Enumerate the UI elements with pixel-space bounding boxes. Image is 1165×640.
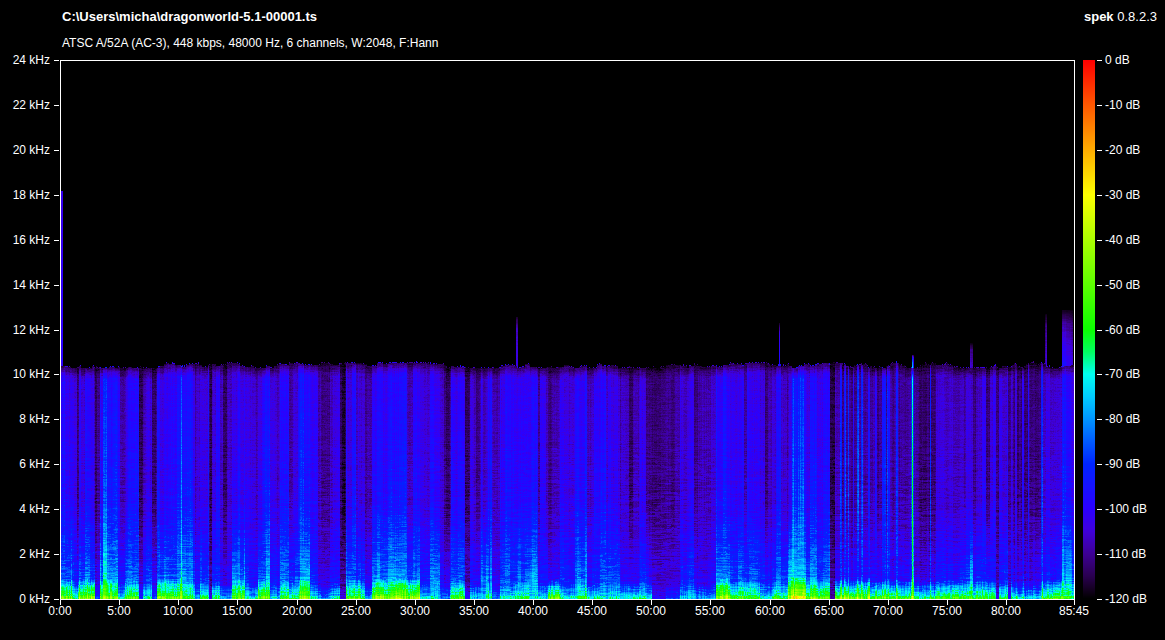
db-label: 0 dB xyxy=(1105,53,1130,67)
freq-label: 24 kHz xyxy=(0,53,50,67)
time-label: 45:00 xyxy=(560,604,624,618)
freq-label: 10 kHz xyxy=(0,367,50,381)
freq-label: 20 kHz xyxy=(0,143,50,157)
freq-label: 8 kHz xyxy=(0,412,50,426)
time-label: 35:00 xyxy=(442,604,506,618)
time-label: 55:00 xyxy=(678,604,742,618)
time-label: 30:00 xyxy=(383,604,447,618)
db-tick xyxy=(1097,599,1102,600)
freq-label: 6 kHz xyxy=(0,457,50,471)
db-label: -30 dB xyxy=(1105,188,1140,202)
freq-label: 22 kHz xyxy=(0,98,50,112)
db-label: -10 dB xyxy=(1105,98,1140,112)
app-version: 0.8.2.3 xyxy=(1117,9,1157,24)
db-tick xyxy=(1097,240,1102,241)
freq-label: 12 kHz xyxy=(0,323,50,337)
db-label: -20 dB xyxy=(1105,143,1140,157)
freq-tick xyxy=(54,599,59,600)
db-tick xyxy=(1097,419,1102,420)
db-tick xyxy=(1097,464,1102,465)
time-label: 0:00 xyxy=(28,604,92,618)
freq-tick xyxy=(54,464,59,465)
db-tick xyxy=(1097,374,1102,375)
app-brand: spek 0.8.2.3 xyxy=(1084,9,1157,24)
time-label: 85:45 xyxy=(1042,604,1106,618)
time-label: 50:00 xyxy=(619,604,683,618)
freq-label: 16 kHz xyxy=(0,233,50,247)
freq-tick xyxy=(54,554,59,555)
time-label: 15:00 xyxy=(205,604,269,618)
freq-tick xyxy=(54,419,59,420)
time-label: 40:00 xyxy=(501,604,565,618)
db-tick xyxy=(1097,285,1102,286)
db-label: -120 dB xyxy=(1105,592,1147,606)
freq-tick xyxy=(54,509,59,510)
file-path: C:\Users\micha\dragonworld-5.1-00001.ts xyxy=(62,9,317,24)
time-label: 70:00 xyxy=(856,604,920,618)
db-tick xyxy=(1097,509,1102,510)
db-tick xyxy=(1097,195,1102,196)
freq-tick xyxy=(54,195,59,196)
db-label: -50 dB xyxy=(1105,278,1140,292)
db-tick xyxy=(1097,150,1102,151)
time-label: 25:00 xyxy=(324,604,388,618)
freq-label: 2 kHz xyxy=(0,547,50,561)
db-tick xyxy=(1097,554,1102,555)
colorbar-canvas xyxy=(1083,60,1095,599)
db-label: -80 dB xyxy=(1105,412,1140,426)
freq-tick xyxy=(54,240,59,241)
db-label: -40 dB xyxy=(1105,233,1140,247)
freq-tick xyxy=(54,150,59,151)
freq-tick xyxy=(54,374,59,375)
time-label: 10:00 xyxy=(146,604,210,618)
db-tick xyxy=(1097,105,1102,106)
freq-tick xyxy=(54,60,59,61)
time-label: 65:00 xyxy=(797,604,861,618)
db-label: -100 dB xyxy=(1105,502,1147,516)
db-tick xyxy=(1097,60,1102,61)
db-label: -70 dB xyxy=(1105,367,1140,381)
freq-tick xyxy=(54,285,59,286)
spek-window: { "header": { "file_path": "C:\\Users\\m… xyxy=(0,0,1165,640)
time-label: 60:00 xyxy=(738,604,802,618)
time-label: 5:00 xyxy=(87,604,151,618)
db-tick xyxy=(1097,330,1102,331)
freq-tick xyxy=(54,105,59,106)
freq-tick xyxy=(54,330,59,331)
format-info: ATSC A/52A (AC-3), 448 kbps, 48000 Hz, 6… xyxy=(62,36,438,50)
spectrogram-canvas xyxy=(61,61,1074,599)
freq-label: 14 kHz xyxy=(0,278,50,292)
freq-label: 18 kHz xyxy=(0,188,50,202)
time-label: 20:00 xyxy=(265,604,329,618)
db-label: -60 dB xyxy=(1105,323,1140,337)
freq-label: 4 kHz xyxy=(0,502,50,516)
db-label: -110 dB xyxy=(1105,547,1146,561)
app-name: spek xyxy=(1084,9,1114,24)
time-label: 75:00 xyxy=(915,604,979,618)
time-label: 80:00 xyxy=(974,604,1038,618)
db-label: -90 dB xyxy=(1105,457,1140,471)
